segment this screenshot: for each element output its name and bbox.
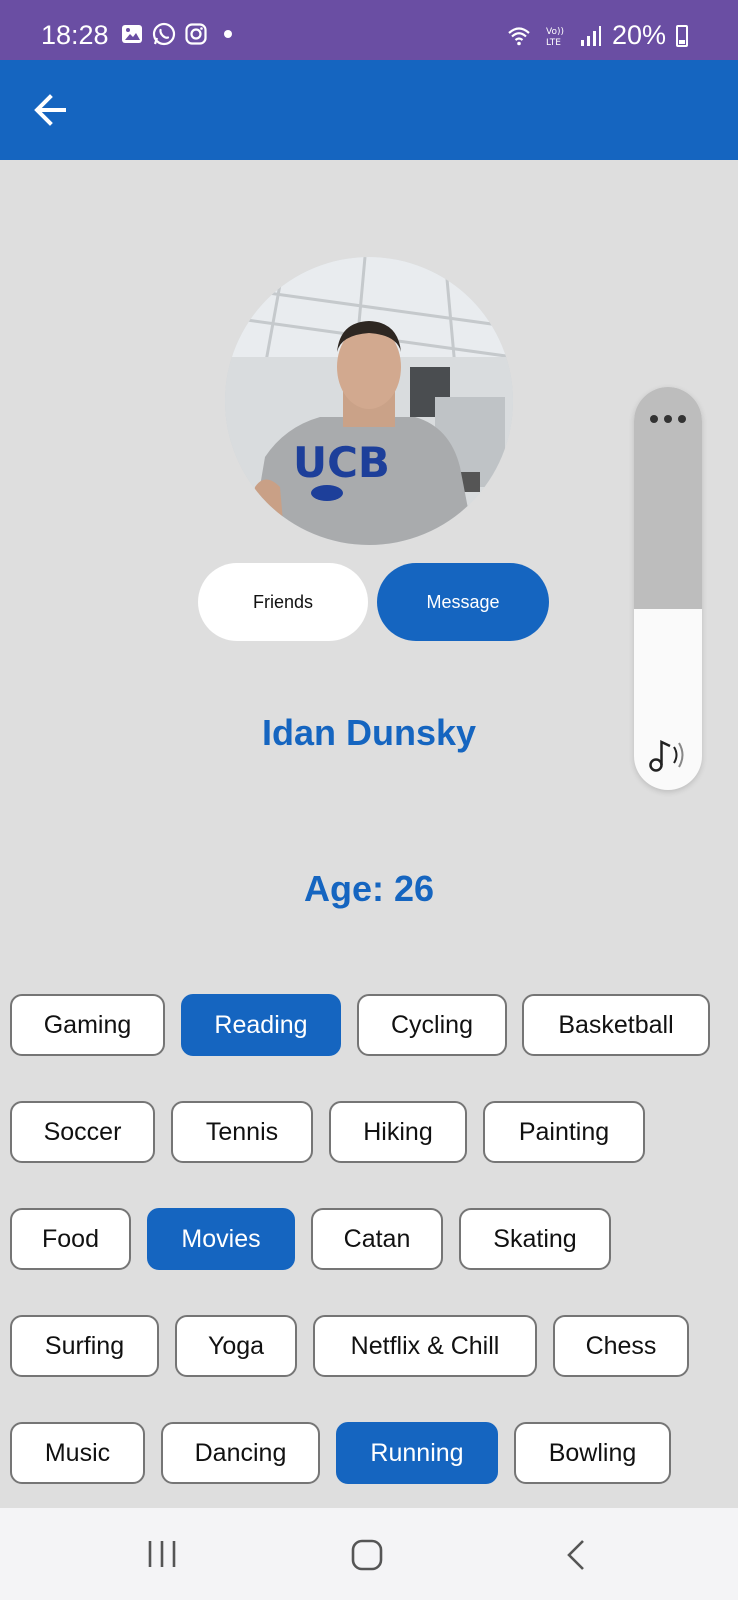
status-bar: 18:28 Vo)) LTE 20% — [0, 0, 738, 60]
interest-chip-soccer[interactable]: Soccer — [10, 1101, 155, 1163]
profile-avatar: UCB — [225, 257, 513, 545]
whatsapp-icon — [152, 22, 176, 46]
volume-panel[interactable] — [634, 387, 702, 790]
music-note-icon[interactable] — [648, 737, 690, 773]
system-nav-bar — [0, 1508, 738, 1600]
more-notifications-dot — [224, 30, 232, 38]
volte-icon: Vo))LTE — [546, 27, 564, 48]
status-time: 18:28 — [41, 20, 109, 50]
home-icon[interactable] — [350, 1538, 384, 1572]
interest-chip-tennis[interactable]: Tennis — [171, 1101, 313, 1163]
more-horizontal-icon[interactable] — [650, 415, 686, 425]
interest-chip-catan[interactable]: Catan — [311, 1208, 443, 1270]
arrow-left-icon[interactable] — [28, 88, 72, 132]
friends-button[interactable]: Friends — [198, 563, 368, 641]
battery-icon — [676, 24, 688, 47]
svg-text:Vo)): Vo)) — [546, 27, 564, 37]
interest-chip-movies[interactable]: Movies — [147, 1208, 295, 1270]
interest-chip-chess[interactable]: Chess — [553, 1315, 689, 1377]
gallery-icon — [122, 25, 142, 43]
signal-icon — [580, 25, 601, 46]
system-status: Vo)) LTE 20% — [504, 20, 688, 51]
svg-text:UCB: UCB — [293, 438, 390, 487]
interest-chip-reading[interactable]: Reading — [181, 994, 341, 1056]
instagram-icon — [185, 23, 207, 45]
profile-age: Age: 26 — [303, 868, 435, 909]
nav-back-icon[interactable] — [564, 1538, 588, 1572]
interest-chip-netflix-chill[interactable]: Netflix & Chill — [313, 1315, 537, 1377]
wifi-icon — [508, 26, 530, 45]
message-button[interactable]: Message — [377, 563, 549, 641]
recents-icon[interactable] — [146, 1538, 178, 1570]
svg-text:LTE: LTE — [546, 38, 561, 48]
interest-chip-basketball[interactable]: Basketball — [522, 994, 710, 1056]
interest-chip-food[interactable]: Food — [10, 1208, 131, 1270]
interest-chip-cycling[interactable]: Cycling — [357, 994, 507, 1056]
profile-name: Idan Dunsky — [261, 712, 477, 753]
interest-chip-running[interactable]: Running — [336, 1422, 498, 1484]
app-bar — [0, 60, 738, 160]
interest-chip-music[interactable]: Music — [10, 1422, 145, 1484]
interest-chip-surfing[interactable]: Surfing — [10, 1315, 159, 1377]
interest-chip-gaming[interactable]: Gaming — [10, 994, 165, 1056]
interest-chip-skating[interactable]: Skating — [459, 1208, 611, 1270]
battery-percent: 20% — [611, 20, 666, 50]
interest-chip-hiking[interactable]: Hiking — [329, 1101, 467, 1163]
interest-chip-bowling[interactable]: Bowling — [514, 1422, 671, 1484]
interest-chip-painting[interactable]: Painting — [483, 1101, 645, 1163]
notification-icons — [120, 22, 232, 46]
interest-chip-dancing[interactable]: Dancing — [161, 1422, 320, 1484]
interest-chip-yoga[interactable]: Yoga — [175, 1315, 297, 1377]
